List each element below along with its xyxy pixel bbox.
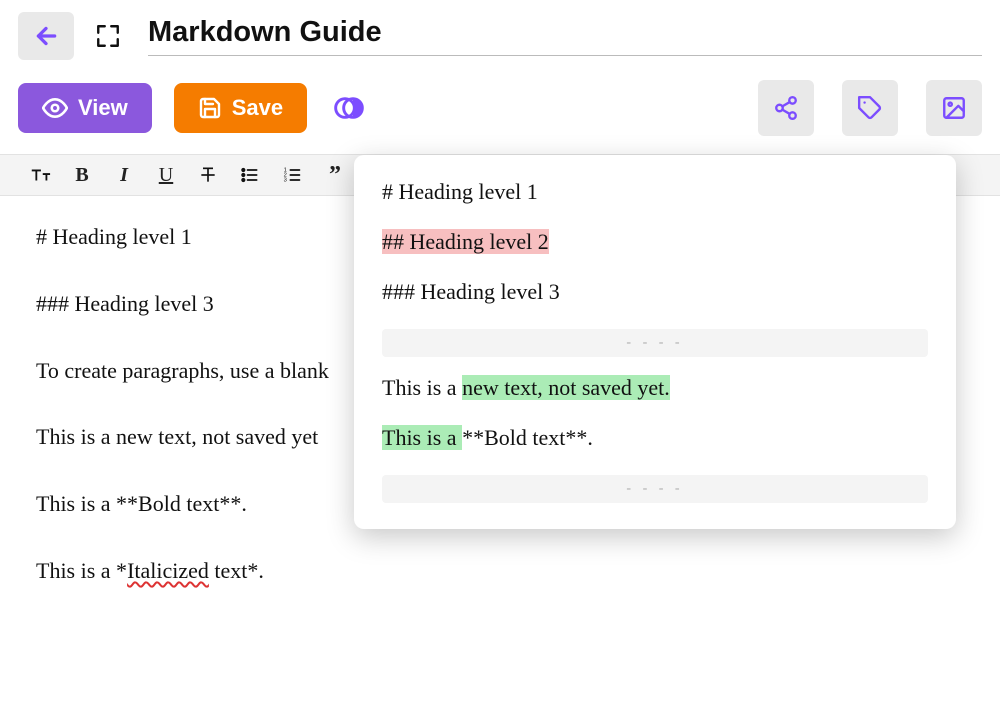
- save-label: Save: [232, 95, 283, 121]
- text-fragment: This is a: [382, 375, 462, 400]
- view-button[interactable]: View: [18, 83, 152, 133]
- underline-button[interactable]: U: [154, 163, 178, 187]
- diff-deleted-text: ## Heading level 2: [382, 229, 549, 254]
- text-fragment: text*.: [209, 558, 264, 583]
- diff-separator: - - - -: [382, 475, 928, 503]
- share-button[interactable]: [758, 80, 814, 136]
- save-icon: [198, 96, 222, 120]
- diff-added-text: This is a: [382, 425, 462, 450]
- heading-toggle[interactable]: [28, 163, 52, 187]
- image-button[interactable]: [926, 80, 982, 136]
- italic-button[interactable]: I: [112, 163, 136, 187]
- action-bar: View Save: [0, 70, 1000, 154]
- diff-line-added: This is a **Bold text**.: [382, 425, 928, 451]
- spellcheck-word: Italicized: [127, 558, 209, 583]
- bullet-list-button[interactable]: [238, 163, 262, 187]
- eye-icon: [42, 95, 68, 121]
- editor-line: This is a *Italicized text*.: [36, 556, 964, 587]
- diff-added-text: new text, not saved yet.: [462, 375, 670, 400]
- diff-line: ### Heading level 3: [382, 279, 928, 305]
- diff-line: # Heading level 1: [382, 179, 928, 205]
- diff-separator: - - - -: [382, 329, 928, 357]
- view-label: View: [78, 95, 128, 121]
- blockquote-button[interactable]: ”: [322, 163, 346, 187]
- text-fragment: **Bold text**.: [462, 425, 593, 450]
- strikethrough-icon: [198, 165, 218, 185]
- header-bar: Markdown Guide: [0, 0, 1000, 70]
- tag-button[interactable]: [842, 80, 898, 136]
- diff-line-deleted: ## Heading level 2: [382, 229, 928, 255]
- bold-button[interactable]: B: [70, 163, 94, 187]
- diff-panel: # Heading level 1 ## Heading level 2 ###…: [354, 155, 956, 529]
- svg-text:3: 3: [284, 178, 287, 184]
- arrow-left-icon: [33, 23, 59, 49]
- share-icon: [773, 95, 799, 121]
- expand-icon: [95, 23, 121, 49]
- tag-icon: [857, 95, 883, 121]
- diff-line-added: This is a new text, not saved yet.: [382, 375, 928, 401]
- text-fragment: This is a *: [36, 558, 127, 583]
- document-title[interactable]: Markdown Guide: [148, 16, 982, 56]
- image-icon: [941, 95, 967, 121]
- strikethrough-button[interactable]: [196, 163, 220, 187]
- save-button[interactable]: Save: [174, 83, 307, 133]
- back-button[interactable]: [18, 12, 74, 60]
- bullet-list-icon: [240, 165, 260, 185]
- venn-diagram-icon: [333, 92, 365, 124]
- numbered-list-button[interactable]: 123: [280, 163, 304, 187]
- diff-toggle-button[interactable]: [329, 88, 369, 128]
- text-size-icon: [29, 164, 51, 186]
- numbered-list-icon: 123: [282, 165, 302, 185]
- expand-button[interactable]: [92, 20, 124, 52]
